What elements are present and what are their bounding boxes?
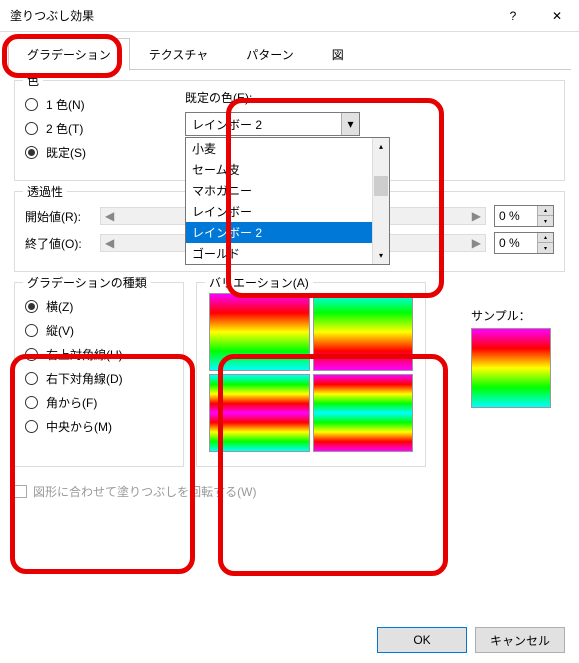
trans-title: 透過性 [23,183,67,200]
preset-opt-2[interactable]: マホガニー [186,180,389,201]
spin-up-icon[interactable]: ▴ [537,206,553,216]
dialog-footer: OK キャンセル [377,627,565,653]
trans-end-spin[interactable]: 0 % ▴ ▾ [494,232,554,254]
window-title: 塗りつぶし効果 [10,7,491,24]
radio-two-color[interactable]: 2 色(T) [25,120,185,137]
sample-area: サンプル： [471,307,561,408]
color-group: 色 1 色(N) 2 色(T) 既定(S) 既定の色(E): レインボー 2 ▾… [14,80,565,181]
title-bar: 塗りつぶし効果 ? ✕ [0,0,579,32]
dropdown-scrollbar[interactable]: ▴ ▾ [372,138,389,264]
trans-start-spin[interactable]: 0 % ▴ ▾ [494,205,554,227]
variation-4[interactable] [313,374,414,452]
trans-start-label: 開始値(R): [25,208,100,225]
preset-opt-1[interactable]: セーム皮 [186,159,389,180]
preset-opt-3[interactable]: レインボー [186,201,389,222]
gtype-from-center[interactable]: 中央から(M) [25,418,173,435]
tab-pattern[interactable]: パターン [227,38,312,70]
close-button[interactable]: ✕ [535,0,579,32]
rotate-with-shape-check: 図形に合わせて塗りつぶしを回転する(W) [14,483,565,500]
tab-strip: グラデーション テクスチャ パターン 図 [0,32,579,70]
preset-opt-4[interactable]: レインボー 2 [186,222,389,243]
gtype-diag-down[interactable]: 右下対角線(D) [25,370,173,387]
spin-down-icon[interactable]: ▾ [537,216,553,226]
sample-swatch [471,328,551,408]
gtype-title: グラデーションの種類 [23,274,151,291]
gtype-from-corner[interactable]: 角から(F) [25,394,173,411]
preset-color-combo[interactable]: レインボー 2 ▾ 小麦 セーム皮 マホガニー レインボー レインボー 2 ゴー… [185,112,360,136]
checkbox-icon [14,485,27,498]
preset-color-dropdown: 小麦 セーム皮 マホガニー レインボー レインボー 2 ゴールド ▴ ▾ [185,137,390,265]
sample-label: サンプル： [471,307,561,324]
scroll-thumb[interactable] [374,176,388,196]
radio-one-color[interactable]: 1 色(N) [25,96,185,113]
scroll-up-icon[interactable]: ▴ [373,138,389,155]
gtype-vertical[interactable]: 縦(V) [25,322,173,339]
variation-1[interactable] [209,293,310,371]
gtype-diag-up[interactable]: 右上対角線(U) [25,346,173,363]
spin-up-icon[interactable]: ▴ [537,233,553,243]
cancel-button[interactable]: キャンセル [475,627,565,653]
preset-opt-5[interactable]: ゴールド [186,243,389,264]
color-group-title: 色 [23,72,43,89]
tab-gradation[interactable]: グラデーション [8,38,130,71]
help-button[interactable]: ? [491,0,535,32]
scroll-down-icon[interactable]: ▾ [373,247,389,264]
gtype-horizontal[interactable]: 横(Z) [25,298,173,315]
ok-button[interactable]: OK [377,627,467,653]
preset-opt-0[interactable]: 小麦 [186,138,389,159]
gradation-type-group: グラデーションの種類 横(Z) 縦(V) 右上対角線(U) 右下対角線(D) 角… [14,282,184,467]
chevron-down-icon[interactable]: ▾ [341,113,359,135]
preset-color-label: 既定の色(E): [185,89,554,106]
radio-preset[interactable]: 既定(S) [25,144,185,161]
variation-2[interactable] [313,293,414,371]
trans-end-label: 終了値(O): [25,235,100,252]
spin-down-icon[interactable]: ▾ [537,243,553,253]
preset-color-value: レインボー 2 [192,116,262,133]
variations-group: バリエーション(A) [196,282,426,467]
variation-3[interactable] [209,374,310,452]
tab-texture[interactable]: テクスチャ [130,38,228,70]
tab-picture[interactable]: 図 [313,38,363,70]
tab-content: 色 1 色(N) 2 色(T) 既定(S) 既定の色(E): レインボー 2 ▾… [0,70,579,508]
variations-title: バリエーション(A) [205,274,313,291]
